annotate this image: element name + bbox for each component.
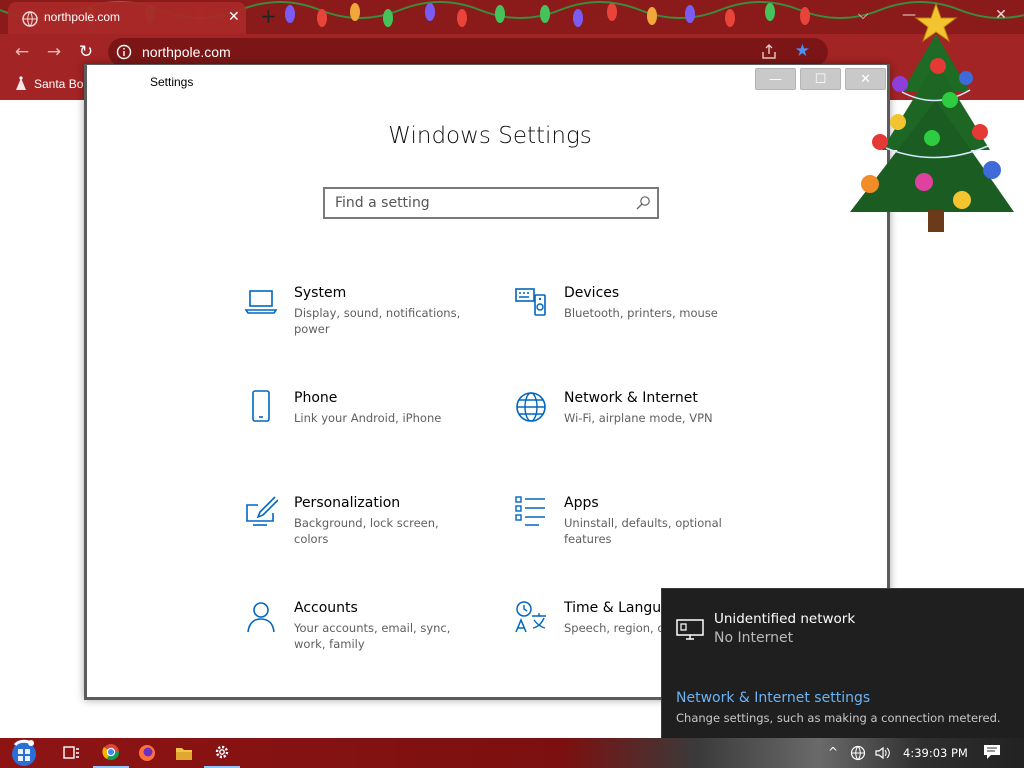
keyboard-speaker-icon [515,288,546,316]
url-text[interactable]: northpole.com [142,44,231,60]
network-settings-link[interactable]: Network & Internet settings [676,690,870,706]
category-desc: Background, lock screen, colors [294,516,439,546]
tray-chevron-icon[interactable]: ^ [828,745,838,759]
category-name: Personalization [294,495,401,511]
category-desc: Wi-Fi, airplane mode, VPN [564,411,713,425]
globe-icon [22,11,38,27]
globe-icon [516,392,546,422]
settings-taskbar-icon[interactable] [204,738,240,768]
paint-monitor-icon [246,496,278,526]
network-flyout: Unidentified network No Internet Network… [661,588,1024,738]
category-desc: Uninstall, defaults, optional features [564,516,722,546]
laptop-icon [244,290,278,314]
back-button[interactable]: ← [12,42,32,62]
browser-tab[interactable]: northpole.com ✕ [8,2,246,34]
share-icon[interactable] [760,43,778,61]
category-desc: Bluetooth, printers, mouse [564,306,718,320]
network-name[interactable]: Unidentified network [714,611,855,627]
search-input[interactable] [325,189,625,217]
bookmark-star-icon[interactable]: ★ [795,41,810,61]
category-network-internet[interactable]: Network & Internet Wi-Fi, airplane mode,… [514,390,754,430]
category-name: Apps [564,495,599,511]
new-tab-button[interactable]: + [260,4,277,28]
category-phone[interactable]: Phone Link your Android, iPhone [244,390,484,430]
taskbar-clock[interactable]: 4:39:03 PM [903,746,968,760]
address-bar[interactable]: northpole.com ★ [108,38,828,66]
settings-window-title: Settings [150,75,194,89]
task-view-icon[interactable] [54,738,90,768]
forward-button[interactable]: → [44,42,64,62]
firefox-taskbar-icon[interactable] [129,738,165,768]
category-apps[interactable]: Apps Uninstall, defaults, optional featu… [514,495,754,547]
category-accounts[interactable]: Accounts Your accounts, email, sync, wor… [244,600,484,652]
time-language-icon [515,601,546,633]
reload-button[interactable]: ↻ [76,42,96,62]
tab-close-icon[interactable]: ✕ [228,9,240,25]
bookmark-item[interactable]: Santa Bo [14,76,83,92]
category-desc: Display, sound, notifications, power [294,306,461,336]
site-info-icon[interactable] [116,44,132,60]
volume-tray-icon[interactable] [874,745,892,761]
network-tray-icon[interactable] [850,745,868,761]
bookmark-label: Santa Bo [34,77,84,91]
wired-network-icon [676,619,704,640]
page-title: Windows Settings [388,123,592,149]
network-status: No Internet [714,630,794,646]
category-desc: Your accounts, email, sync, work, family [294,621,451,651]
chrome-taskbar-icon[interactable] [93,738,129,768]
category-devices[interactable]: Devices Bluetooth, printers, mouse [514,285,754,337]
category-name: Accounts [294,600,358,616]
category-personalization[interactable]: Personalization Background, lock screen,… [244,495,484,546]
category-name: Devices [564,285,620,301]
settings-search[interactable] [323,187,659,219]
settings-minimize-button[interactable]: — [755,68,796,90]
action-center-icon[interactable] [983,744,1001,760]
taskbar: ^ 4:39:03 PM [0,738,1024,768]
category-system[interactable]: System Display, sound, notifications, po… [244,285,484,337]
start-orb-icon[interactable] [6,738,42,768]
settings-titlebar[interactable]: Settings — ☐ ✕ [87,65,887,99]
search-icon[interactable] [635,195,651,211]
file-explorer-taskbar-icon[interactable] [166,738,202,768]
category-desc: Link your Android, iPhone [294,411,442,425]
person-icon [247,602,275,633]
tab-title: northpole.com [44,10,121,24]
santa-bookmark-icon [16,76,26,90]
category-name: Network & Internet [564,390,698,406]
christmas-tree-decoration [850,2,1014,232]
phone-icon [252,390,270,422]
settings-maximize-button[interactable]: ☐ [800,68,841,90]
network-settings-desc: Change settings, such as making a connec… [676,711,1001,725]
category-name: System [294,285,347,301]
category-name: Phone [294,390,338,406]
apps-list-icon [515,496,545,526]
